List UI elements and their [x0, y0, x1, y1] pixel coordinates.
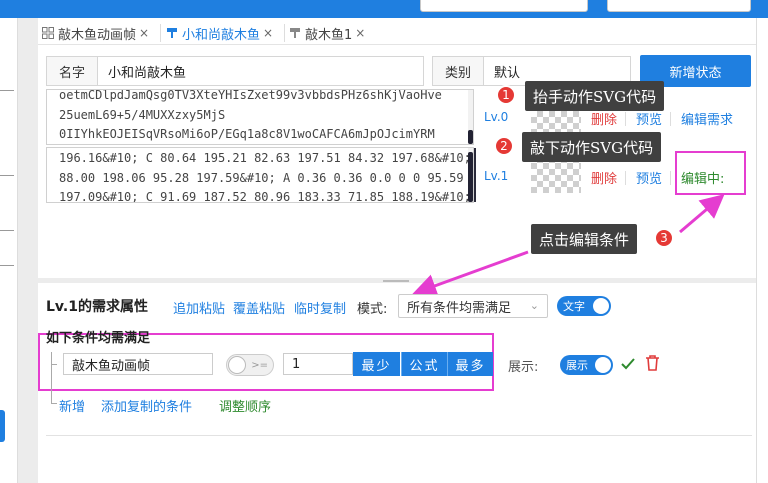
temp-copy-link[interactable]: 临时复制 — [294, 298, 346, 317]
level-label: Lv.1 — [484, 169, 509, 183]
code-line: 197.09&#10; C 91.69 187.52 80.96 183.33 … — [59, 190, 474, 203]
close-icon[interactable]: × — [139, 26, 149, 40]
delete-button[interactable]: 删除 — [591, 168, 617, 187]
conditions-heading: 如下条件均需满足 — [46, 331, 151, 346]
preview-button[interactable]: 预览 — [636, 109, 662, 128]
scrollbar[interactable] — [468, 90, 473, 144]
state-preview-thumbnail — [531, 157, 581, 193]
display-toggle-label: 展示 — [566, 359, 588, 372]
chevron-down-icon: ⌄ — [529, 299, 539, 312]
sidebar-divider — [0, 90, 14, 91]
annotation-callout: 抬手动作SVG代码 — [525, 81, 665, 111]
sidebar-divider — [0, 230, 14, 231]
tab-label: 敲木鱼动画帧 — [58, 27, 137, 43]
level-label: Lv.0 — [484, 110, 509, 124]
sidebar-divider — [0, 265, 14, 266]
pin-icon — [167, 28, 177, 38]
add-copied-condition-link[interactable]: 添加复制的条件 — [101, 396, 192, 415]
annotation-highlight-box — [675, 151, 746, 195]
sidebar-active-marker[interactable] — [0, 410, 5, 442]
text-toggle-label: 文字 — [563, 300, 585, 313]
annotation-callout: 点击编辑条件 — [531, 224, 638, 254]
section-divider — [46, 435, 752, 436]
display-label: 展示: — [508, 360, 539, 375]
divider — [625, 112, 626, 126]
splitter-grip[interactable] — [383, 280, 409, 282]
tab-separator — [160, 24, 161, 42]
tree-connector — [51, 364, 57, 365]
min-button[interactable]: 最少 — [353, 352, 400, 376]
divider — [625, 171, 626, 185]
tree-connector — [51, 352, 52, 404]
close-icon[interactable]: × — [355, 26, 365, 40]
close-icon[interactable]: × — [263, 26, 273, 40]
trash-icon[interactable] — [645, 355, 660, 371]
type-label: 类别 — [432, 56, 484, 86]
annotation-callout: 敲下动作SVG代码 — [522, 132, 662, 162]
divider — [670, 112, 671, 126]
annotation-badge: 2 — [494, 136, 514, 156]
requirements-title: Lv.1的需求属性 — [46, 299, 148, 315]
tab-fish-1[interactable]: 敲木鱼1 × — [289, 22, 365, 44]
mode-select-value: 所有条件均需满足 — [407, 300, 512, 316]
condition-name-input[interactable]: 敲木鱼动画帧 — [63, 353, 213, 375]
tab-label: 敲木鱼1 — [305, 27, 353, 43]
mode-select[interactable]: 所有条件均需满足 ⌄ — [398, 294, 548, 318]
overwrite-paste-link[interactable]: 覆盖粘贴 — [233, 298, 285, 317]
code-line: 25uemL69+5/4MUXXzxy5MjS — [59, 107, 226, 122]
sidebar-divider — [0, 175, 14, 176]
annotation-badge: 1 — [496, 85, 516, 105]
tab-label: 小和尚敲木鱼 — [182, 27, 261, 43]
name-label: 名字 — [46, 56, 98, 86]
confirm-check-icon[interactable] — [620, 356, 636, 372]
tab-underline — [38, 44, 756, 45]
svg-code-editor-lv0[interactable]: oetmCDlpdJamQsg0TV3XteYHIsZxet99v3vbbdsP… — [46, 89, 474, 145]
scrollbar[interactable] — [468, 148, 473, 202]
compare-toggle[interactable]: >= — [226, 354, 274, 376]
svg-code-editor-lv1[interactable]: 196.16&#10; C 80.64 195.21 82.63 197.51 … — [46, 147, 474, 203]
toggle-knob — [595, 357, 611, 373]
top-button-left[interactable] — [420, 0, 588, 12]
right-edge-panel — [756, 18, 768, 483]
add-condition-link[interactable]: 新增 — [59, 396, 85, 415]
tab-separator — [284, 24, 285, 42]
formula-button[interactable]: 公式 — [401, 352, 447, 376]
tab-animation-frames[interactable]: 敲木鱼动画帧 × — [42, 22, 149, 44]
pin-icon — [290, 28, 300, 38]
divider — [670, 171, 671, 185]
grid-icon — [42, 27, 54, 39]
condition-value-input[interactable]: 1 — [283, 353, 353, 375]
code-line: 88.00 198.06 95.28 197.59&#10; A 0.36 0.… — [59, 170, 464, 185]
name-input[interactable]: 小和尚敲木鱼 — [97, 56, 424, 86]
display-toggle[interactable]: 展示 — [560, 355, 613, 375]
annotation-badge: 3 — [654, 228, 674, 248]
tab-monk-fish[interactable]: 小和尚敲木鱼 × — [166, 22, 273, 44]
reorder-link[interactable]: 调整顺序 — [219, 396, 271, 415]
toggle-knob — [228, 356, 246, 374]
code-line: oetmCDlpdJamQsg0TV3XteYHIsZxet99v3vbbdsP… — [59, 89, 442, 102]
code-line: 196.16&#10; C 80.64 195.21 82.63 197.51 … — [59, 151, 474, 165]
code-line: 0IIYhkEOJEISqVRsoMi6oP/EGq1a8c8V1woCAFCA… — [59, 127, 435, 141]
append-paste-link[interactable]: 追加粘贴 — [173, 298, 225, 317]
max-button[interactable]: 最多 — [447, 352, 493, 376]
delete-button[interactable]: 删除 — [591, 109, 617, 128]
text-toggle[interactable]: 文字 — [557, 296, 611, 316]
mode-label: 模式: — [357, 302, 388, 317]
edit-requirements-button[interactable]: 编辑需求 — [681, 109, 733, 128]
top-button-right[interactable] — [607, 0, 751, 12]
tree-connector — [51, 403, 57, 404]
editor-gutter — [474, 148, 476, 202]
compare-toggle-label: >= — [251, 359, 268, 371]
preview-button[interactable]: 预览 — [636, 168, 662, 187]
toggle-knob — [593, 298, 609, 314]
scrollbar-thumb[interactable] — [468, 152, 473, 202]
scrollbar-thumb[interactable] — [468, 130, 473, 144]
